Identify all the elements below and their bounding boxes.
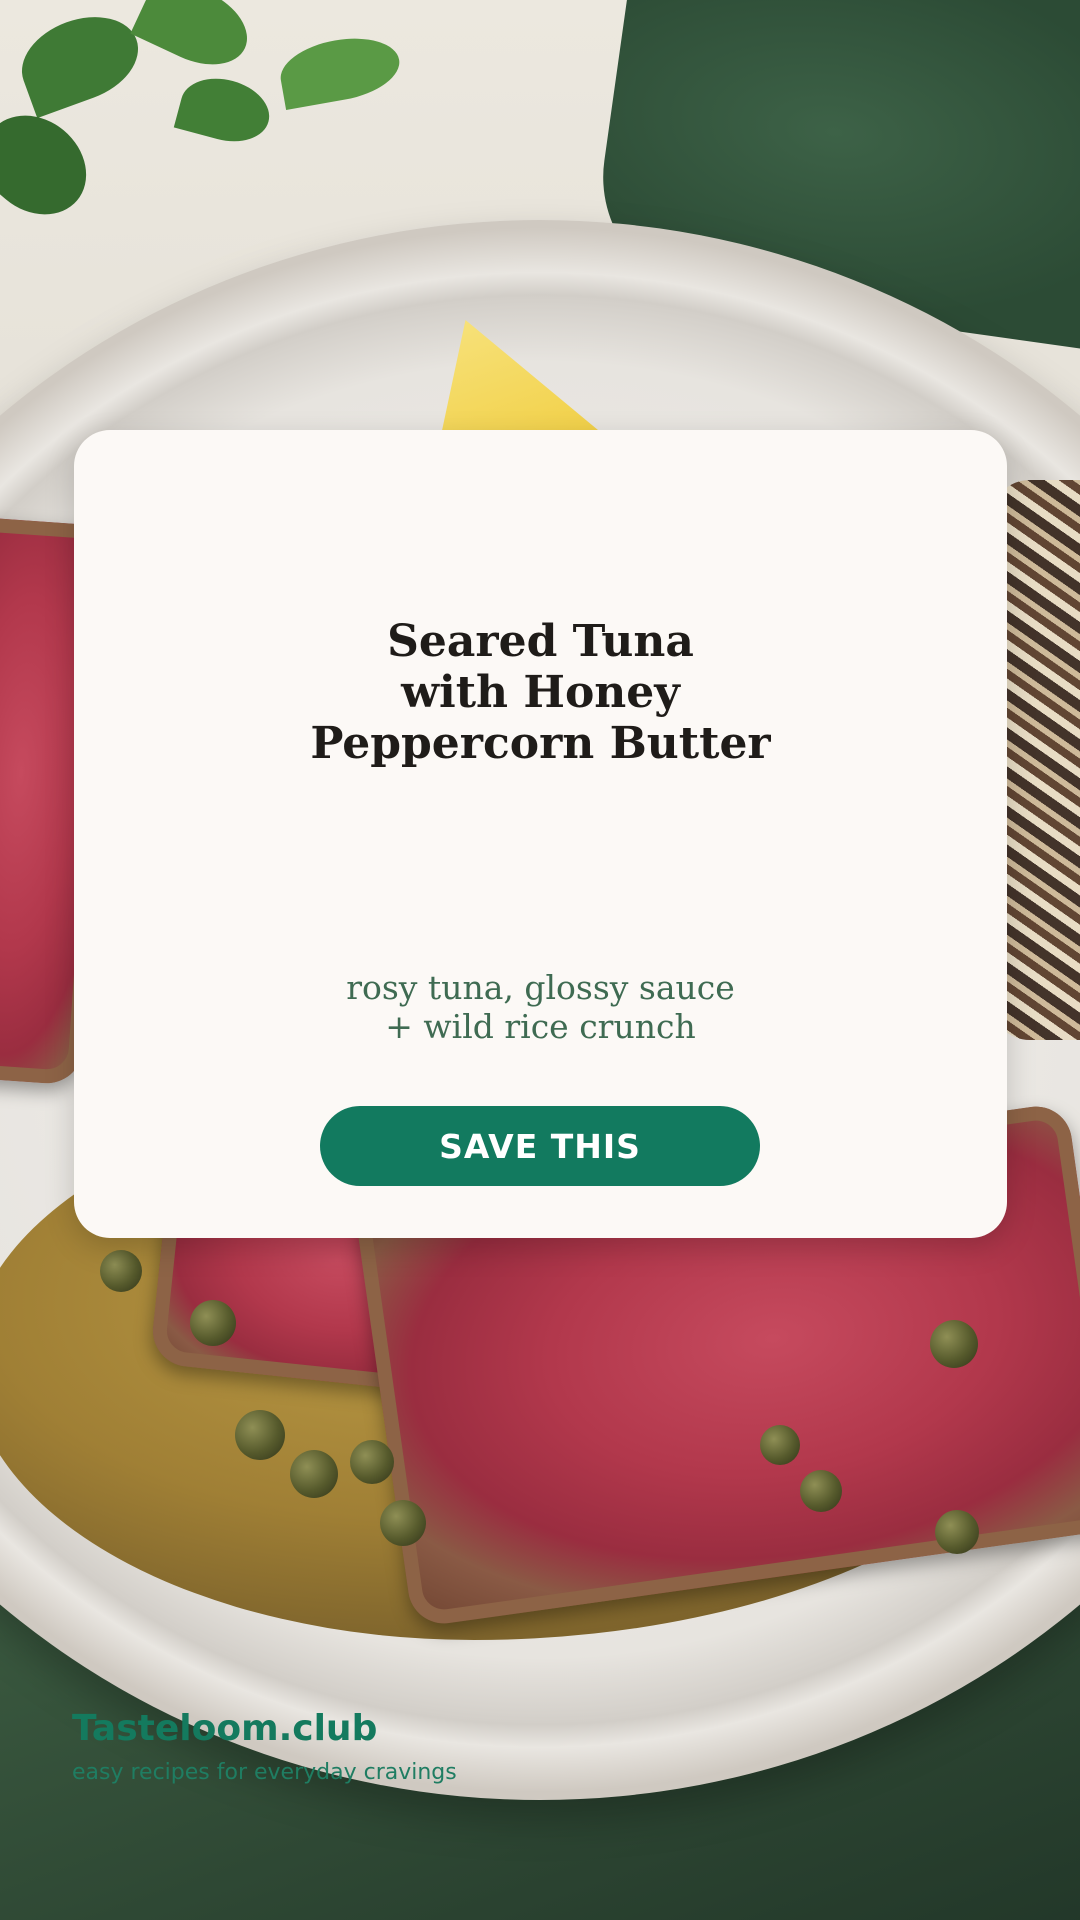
caper: [100, 1250, 142, 1292]
caper: [235, 1410, 285, 1460]
caper: [350, 1440, 394, 1484]
caper: [760, 1425, 800, 1465]
caper: [190, 1300, 236, 1346]
caper: [930, 1320, 978, 1368]
recipe-title: Seared Tuna with Honey Peppercorn Butter: [310, 616, 771, 769]
save-button[interactable]: SAVE THIS: [320, 1106, 760, 1186]
caper: [935, 1510, 979, 1554]
caper: [380, 1500, 426, 1546]
recipe-subtitle: rosy tuna, glossy sauce + wild rice crun…: [346, 968, 735, 1046]
caper: [800, 1470, 842, 1512]
recipe-card: Seared Tuna with Honey Peppercorn Butter…: [74, 430, 1007, 1238]
brand-tagline: easy recipes for everyday cravings: [72, 1760, 457, 1785]
brand-name: Tasteloom.club: [72, 1708, 378, 1749]
caper: [290, 1450, 338, 1498]
